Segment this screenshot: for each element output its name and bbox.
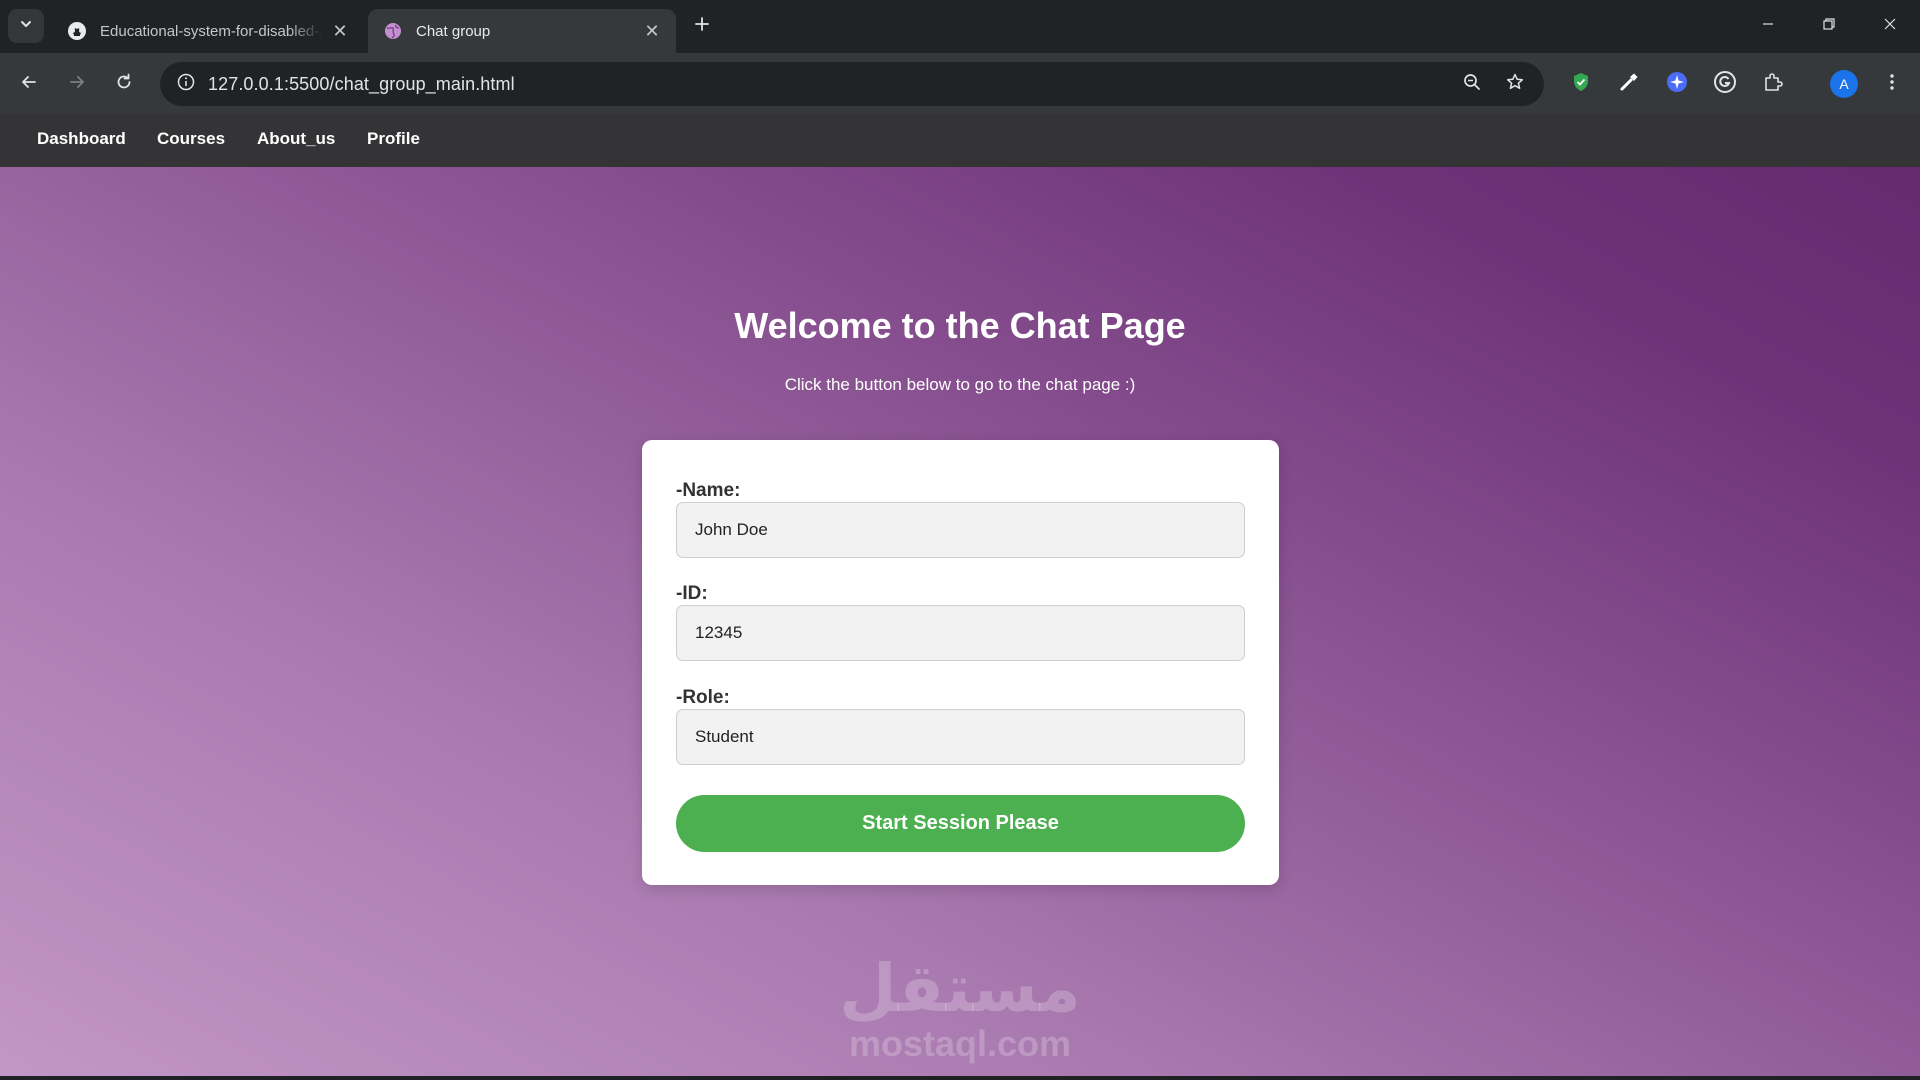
tab-title: Chat group <box>416 22 491 40</box>
eyedropper-icon <box>1618 71 1640 98</box>
page-content: Dashboard Courses About_us Profile Welco… <box>0 114 1920 1076</box>
browser-menu-button[interactable] <box>1874 66 1910 102</box>
sparkle-icon <box>1665 70 1689 99</box>
globe-icon <box>382 20 404 42</box>
shield-icon <box>1570 71 1592 98</box>
forward-button[interactable] <box>59 66 95 102</box>
star-icon <box>1505 72 1525 97</box>
arrow-right-icon <box>67 72 87 97</box>
bookmark-button[interactable] <box>1501 70 1529 98</box>
close-tab-icon[interactable]: ✕ <box>330 21 350 41</box>
minimize-icon <box>1761 17 1775 36</box>
address-bar[interactable]: 127.0.0.1:5500/chat_group_main.html <box>160 62 1544 106</box>
zoom-out-icon <box>1462 72 1482 97</box>
browser-tab-strip: Educational-system-for-disabled-/ ✕ Chat… <box>0 0 1920 53</box>
reload-button[interactable] <box>106 66 142 102</box>
watermark: مستقل mostaql.com <box>0 954 1920 1064</box>
more-vertical-icon <box>1882 72 1902 97</box>
browser-tab-chat-group[interactable]: Chat group ✕ <box>368 9 676 53</box>
plus-icon <box>694 16 710 37</box>
address-url: 127.0.0.1:5500/chat_group_main.html <box>208 74 515 94</box>
session-form: -Name: -ID: -Role: Start Session Please <box>642 440 1279 885</box>
browser-tab-github[interactable]: Educational-system-for-disabled-/ ✕ <box>52 9 364 53</box>
site-navbar: Dashboard Courses About_us Profile <box>0 114 1920 167</box>
start-session-button[interactable]: Start Session Please <box>676 795 1245 852</box>
reload-icon <box>114 72 134 97</box>
minimize-button[interactable] <box>1746 8 1790 44</box>
shield-extension[interactable] <box>1563 66 1599 102</box>
sparkle-extension[interactable] <box>1659 66 1695 102</box>
close-icon <box>1883 17 1897 36</box>
github-icon <box>66 20 88 42</box>
name-label: -Name: <box>676 480 741 501</box>
back-button[interactable] <box>11 66 47 102</box>
nav-link-dashboard[interactable]: Dashboard <box>37 129 126 149</box>
profile-button[interactable]: A <box>1826 66 1862 102</box>
close-tab-icon[interactable]: ✕ <box>642 21 662 41</box>
arrow-left-icon <box>19 72 39 97</box>
watermark-logo-arabic: مستقل <box>839 950 1081 1027</box>
chevron-down-icon <box>19 17 33 36</box>
grammarly-icon <box>1713 70 1737 99</box>
info-icon <box>176 72 196 97</box>
page-subtitle: Click the button below to go to the chat… <box>784 375 1136 394</box>
eyedropper-extension[interactable] <box>1611 66 1647 102</box>
browser-toolbar: 127.0.0.1:5500/chat_group_main.html A <box>0 53 1920 114</box>
avatar: A <box>1830 70 1858 98</box>
extensions-button[interactable] <box>1755 66 1791 102</box>
nav-link-courses[interactable]: Courses <box>157 129 225 149</box>
page-title: Welcome to the Chat Page <box>734 305 1186 346</box>
id-input[interactable] <box>676 605 1245 661</box>
close-window-button[interactable] <box>1868 8 1912 44</box>
name-input[interactable] <box>676 502 1245 558</box>
puzzle-icon <box>1762 71 1784 98</box>
restore-icon <box>1822 17 1836 36</box>
id-label: -ID: <box>676 583 708 604</box>
restore-button[interactable] <box>1807 8 1851 44</box>
tab-title: Educational-system-for-disabled-/ <box>100 22 322 40</box>
grammarly-extension[interactable] <box>1707 66 1743 102</box>
nav-link-about-us[interactable]: About_us <box>257 129 335 149</box>
role-input[interactable] <box>676 709 1245 765</box>
watermark-logo-latin: mostaql.com <box>848 1023 1072 1064</box>
role-label: -Role: <box>676 687 730 708</box>
site-info-button[interactable] <box>170 68 202 100</box>
tab-search-button[interactable] <box>8 9 44 43</box>
new-tab-button[interactable] <box>688 12 716 40</box>
nav-link-profile[interactable]: Profile <box>367 129 420 149</box>
zoom-button[interactable] <box>1458 70 1486 98</box>
